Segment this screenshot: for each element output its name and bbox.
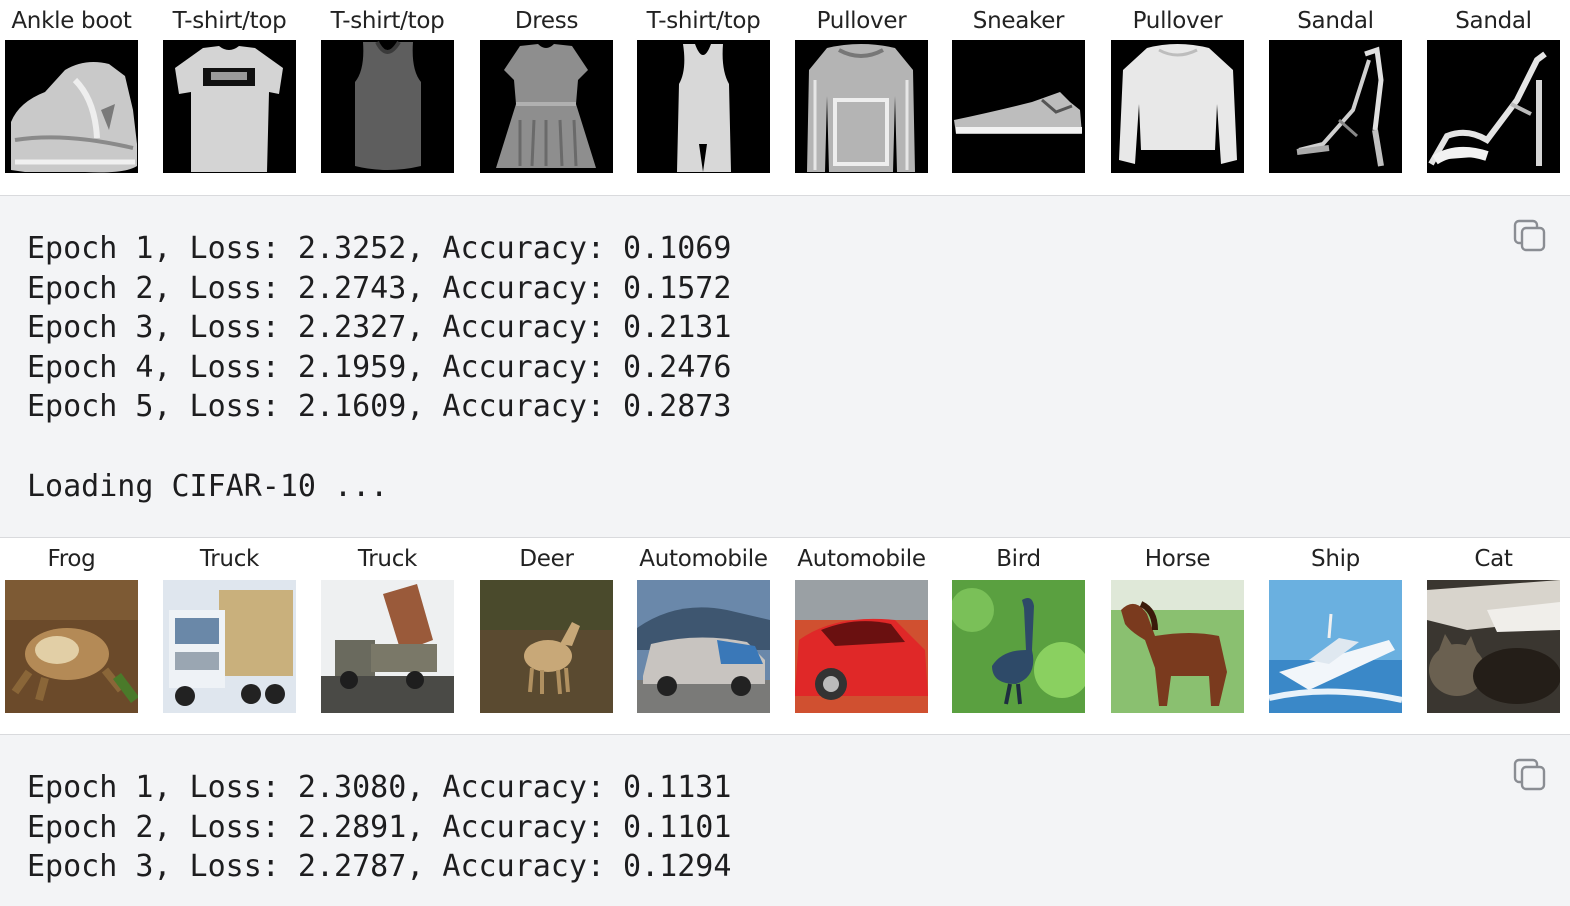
cat-image	[1427, 580, 1560, 713]
image-cell: Automobile	[637, 538, 770, 718]
output-text: Epoch 1, Loss: 2.3252, Accuracy: 0.1069 …	[27, 231, 732, 504]
image-label: Sneaker	[972, 8, 1065, 34]
image-label: Cat	[1474, 546, 1513, 572]
image-label: Sandal	[1297, 8, 1374, 34]
ankle-boot-image	[5, 40, 138, 173]
image-cell: Frog	[5, 538, 138, 718]
dump-truck-image	[321, 580, 454, 713]
image-cell: T-shirt/top	[637, 0, 770, 180]
singlet-image	[637, 40, 770, 173]
fashion-mnist-image-strip: Ankle boot T-shirt/top T-shirt/top Dress	[0, 0, 1570, 195]
image-label: Bird	[996, 546, 1041, 572]
image-label: Horse	[1144, 546, 1211, 572]
image-label: T-shirt/top	[330, 8, 445, 34]
image-label: Ship	[1311, 546, 1360, 572]
image-cell: T-shirt/top	[321, 0, 454, 180]
image-cell: T-shirt/top	[163, 0, 296, 180]
image-label: Pullover	[816, 8, 907, 34]
image-label: Automobile	[797, 546, 926, 572]
ship-image	[1269, 580, 1402, 713]
image-label: Pullover	[1132, 8, 1223, 34]
high-heel-sandal-image	[1427, 40, 1560, 173]
image-label: Ankle boot	[11, 8, 132, 34]
image-cell: Sneaker	[952, 0, 1085, 180]
frog-image	[5, 580, 138, 713]
red-car-image	[795, 580, 928, 713]
sandal-image	[1269, 40, 1402, 173]
image-cell: Truck	[163, 538, 296, 718]
sweater-image	[1111, 40, 1244, 173]
image-label: Sandal	[1455, 8, 1532, 34]
image-cell: Bird	[952, 538, 1085, 718]
image-cell: Cat	[1427, 538, 1560, 718]
training-output-fashion-mnist: Epoch 1, Loss: 2.3252, Accuracy: 0.1069 …	[0, 195, 1570, 538]
image-cell: Horse	[1111, 538, 1244, 718]
horse-image	[1111, 580, 1244, 713]
image-cell: Dress	[480, 0, 613, 180]
training-output-cifar10: Epoch 1, Loss: 2.3080, Accuracy: 0.1131 …	[0, 734, 1570, 906]
sneaker-image	[952, 40, 1085, 173]
image-label: T-shirt/top	[646, 8, 761, 34]
image-label: Deer	[519, 546, 574, 572]
image-cell: Sandal	[1427, 0, 1560, 180]
image-label: Dress	[514, 8, 579, 34]
image-label: Truck	[357, 546, 418, 572]
truck-image	[163, 580, 296, 713]
image-cell: Sandal	[1269, 0, 1402, 180]
image-cell: Automobile	[795, 538, 928, 718]
image-cell: Truck	[321, 538, 454, 718]
pullover-image	[795, 40, 928, 173]
copy-icon[interactable]	[1512, 218, 1548, 254]
output-text: Epoch 1, Loss: 2.3080, Accuracy: 0.1131 …	[27, 770, 732, 885]
image-cell: Ship	[1269, 538, 1402, 718]
cifar10-image-strip: Frog Truck Truck Deer Automobile Automob…	[0, 538, 1570, 734]
copy-icon[interactable]	[1512, 757, 1548, 793]
image-cell: Deer	[480, 538, 613, 718]
tank-top-image	[321, 40, 454, 173]
deer-image	[480, 580, 613, 713]
image-label: Truck	[199, 546, 260, 572]
bird-image	[952, 580, 1085, 713]
image-cell: Pullover	[795, 0, 928, 180]
image-label: Frog	[47, 546, 96, 572]
image-label: T-shirt/top	[172, 8, 287, 34]
image-cell: Ankle boot	[5, 0, 138, 180]
image-cell: Pullover	[1111, 0, 1244, 180]
image-label: Automobile	[639, 546, 768, 572]
minivan-image	[637, 580, 770, 713]
dress-image	[480, 40, 613, 173]
tshirt-image	[163, 40, 296, 173]
